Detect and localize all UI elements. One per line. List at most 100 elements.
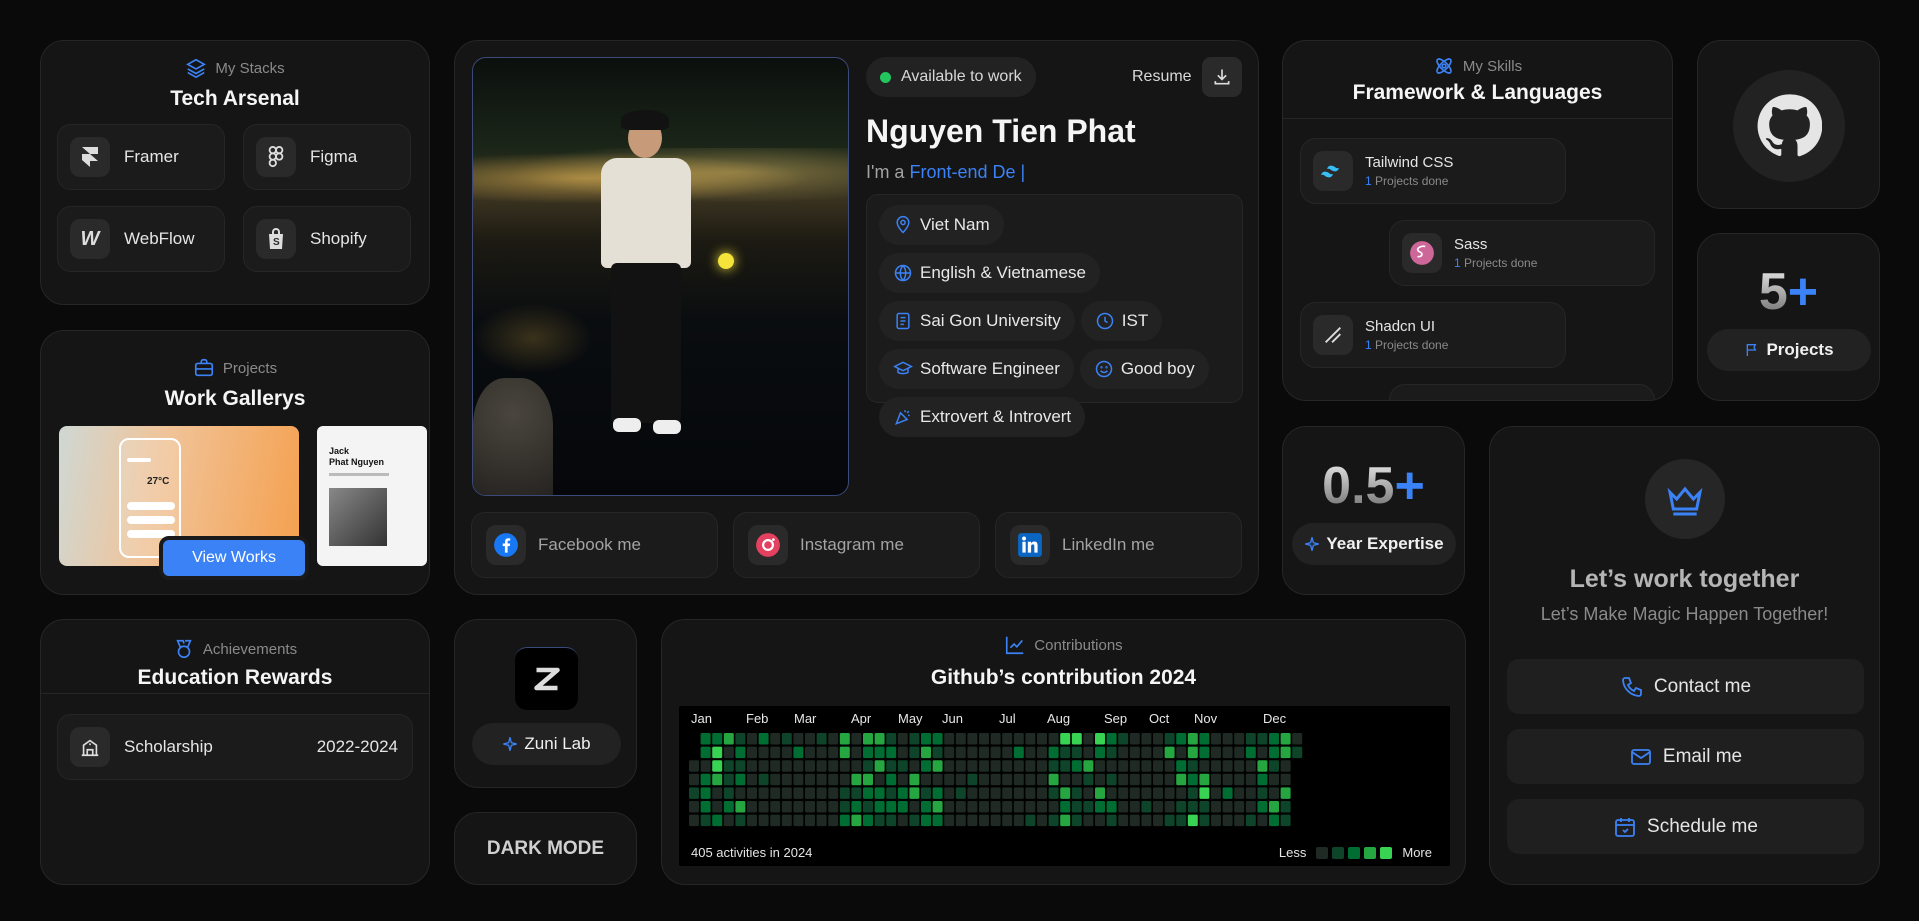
- contribution-day: [793, 801, 804, 813]
- resume-download-button[interactable]: [1202, 57, 1242, 97]
- instagram-button[interactable]: Instagram me: [733, 512, 980, 578]
- contribution-day: [863, 760, 873, 772]
- contribution-day: [770, 760, 781, 772]
- contribution-day: [1269, 773, 1279, 786]
- contact-me-button[interactable]: Contact me: [1507, 659, 1864, 714]
- contribution-day: [1002, 787, 1013, 799]
- zuni-lab-button[interactable]: Zuni Lab: [472, 723, 621, 765]
- contribution-day: [874, 746, 885, 759]
- contribution-day: [758, 746, 769, 759]
- contribution-day: [735, 801, 746, 813]
- projects-count-number: 5: [1758, 263, 1788, 321]
- contribution-day: [1199, 733, 1210, 745]
- contribution-day: [863, 787, 873, 799]
- schedule-me-button[interactable]: Schedule me: [1507, 799, 1864, 854]
- contribution-day: [1280, 746, 1291, 759]
- view-works-button[interactable]: View Works: [159, 536, 309, 580]
- contribution-day: [1257, 733, 1268, 745]
- contribution-day: [689, 773, 699, 786]
- contribution-day: [897, 760, 908, 772]
- month-label: Aug: [1047, 711, 1071, 726]
- contribution-day: [1245, 787, 1256, 799]
- project-preview-portfolio[interactable]: Jack Phat Nguyen: [317, 426, 427, 566]
- contribution-day: [1060, 733, 1071, 745]
- dark-mode-toggle[interactable]: DARK MODE: [454, 812, 637, 885]
- legend-swatch: [1364, 846, 1377, 859]
- contribution-day: [1129, 801, 1140, 813]
- chip-label: Extrovert & Introvert: [920, 407, 1072, 426]
- stack-item-shopify[interactable]: S Shopify: [243, 206, 411, 272]
- contribution-day: [1269, 746, 1279, 759]
- skill-item-tailwind[interactable]: Tailwind CSS 1 Projects done: [1300, 138, 1566, 204]
- university-icon: [70, 727, 110, 767]
- contribution-day: [723, 773, 734, 786]
- contribution-day: [990, 746, 1001, 759]
- facebook-button[interactable]: Facebook me: [471, 512, 718, 578]
- contribution-day: [886, 733, 897, 745]
- projects-card: Projects Work Gallerys 27°C Jack Phat Ng…: [40, 330, 430, 595]
- contribution-day: [1106, 801, 1117, 813]
- contribution-day: [793, 773, 804, 786]
- contribution-graph: Jan Feb Mar Apr May Jun Jul Aug Sep Oct Nov Dec 405…: [679, 706, 1450, 866]
- contribution-day: [921, 733, 931, 745]
- contribution-day: [689, 760, 699, 772]
- contribution-day: [932, 773, 943, 786]
- contribution-day: [979, 760, 989, 772]
- contribution-day: [909, 733, 920, 745]
- contribution-day: [1234, 787, 1245, 799]
- weather-temp: 27°C: [147, 476, 170, 487]
- legend-swatch: [1316, 846, 1329, 859]
- expertise-label: Year Expertise: [1292, 523, 1456, 565]
- stack-item-webflow[interactable]: W WebFlow: [57, 206, 225, 272]
- contribution-day: [1025, 760, 1036, 772]
- instagram-label: Instagram me: [800, 535, 904, 554]
- contribution-day: [1095, 760, 1105, 772]
- contribution-day: [1071, 801, 1082, 813]
- contribution-day: [1025, 746, 1036, 759]
- contribution-day: [689, 801, 699, 813]
- contribution-day: [1257, 787, 1268, 799]
- contribution-day: [758, 733, 769, 745]
- chip-occupation: Software Engineer: [879, 349, 1074, 389]
- contribution-day: [955, 773, 966, 786]
- contribution-day: [1129, 773, 1140, 786]
- chip-label: IST: [1121, 311, 1149, 330]
- contribution-day: [712, 733, 723, 745]
- contribution-day: [1095, 801, 1105, 813]
- contribution-day: [1176, 773, 1187, 786]
- stack-item-figma[interactable]: Figma: [243, 124, 411, 190]
- contribution-day: [1164, 760, 1175, 772]
- contribution-day: [735, 733, 746, 745]
- contribution-day: [921, 814, 931, 827]
- linkedin-icon: [1010, 525, 1050, 565]
- stack-item-framer[interactable]: Framer: [57, 124, 225, 190]
- contribution-day: [770, 746, 781, 759]
- github-card[interactable]: [1697, 40, 1880, 209]
- contribution-day: [1222, 760, 1233, 772]
- linkedin-button[interactable]: LinkedIn me: [995, 512, 1242, 578]
- projects-subtitle-text: Projects: [222, 359, 278, 377]
- contribution-day: [1211, 760, 1221, 772]
- contribution-day: [1199, 787, 1210, 799]
- skills-subtitle: My Skills: [1283, 55, 1672, 77]
- skill-item-sass[interactable]: Sass 1 Projects done: [1389, 220, 1655, 286]
- contribution-day: [1118, 746, 1129, 759]
- email-me-button[interactable]: Email me: [1507, 729, 1864, 784]
- contribution-day: [816, 760, 827, 772]
- skill-item-shadcn[interactable]: Shadcn UI 1 Projects done: [1300, 302, 1566, 368]
- contribution-day: [723, 746, 734, 759]
- expertise-number: 0.5: [1322, 457, 1395, 515]
- skills-title: Framework & Languages: [1352, 81, 1603, 104]
- contribution-day: [1176, 787, 1187, 799]
- contribution-day: [967, 773, 978, 786]
- contribution-day: [839, 773, 850, 786]
- contribution-day: [735, 773, 746, 786]
- contribution-day: [735, 760, 746, 772]
- contribution-day: [781, 787, 792, 799]
- contribution-day: [758, 801, 769, 813]
- achievement-item[interactable]: Scholarship 2022-2024: [57, 714, 413, 780]
- contribution-day: [1164, 733, 1175, 745]
- portfolio-name-1: Jack: [329, 446, 350, 456]
- contribution-day: [1048, 773, 1059, 786]
- chip-timezone: IST: [1080, 301, 1163, 341]
